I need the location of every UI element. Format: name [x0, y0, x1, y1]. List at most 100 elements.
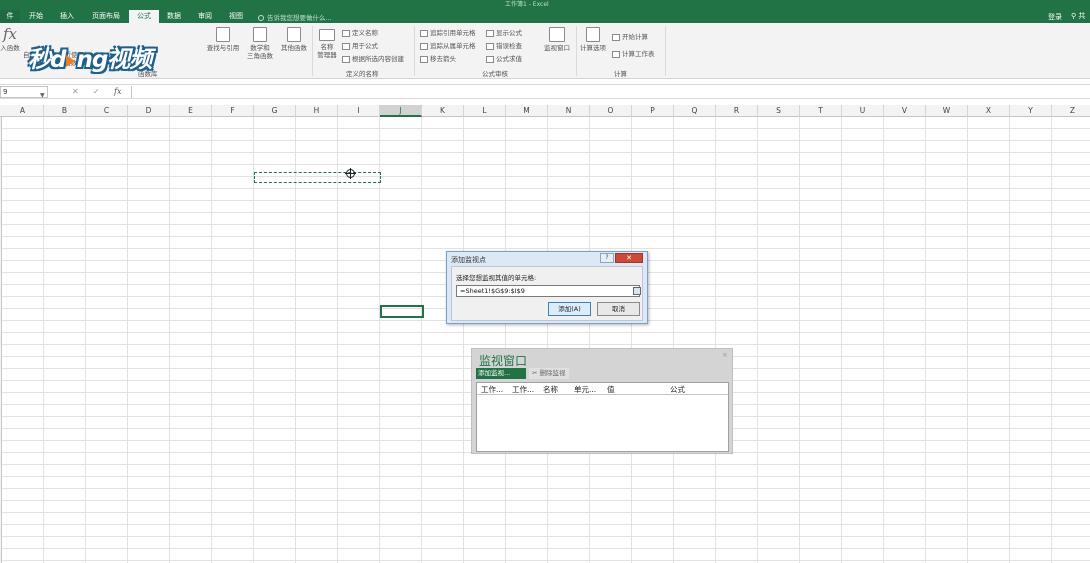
error-checking-button[interactable]: 错误检查: [486, 40, 522, 50]
tag-icon: [342, 29, 350, 37]
share-button[interactable]: ⚲ 共: [1071, 11, 1085, 21]
group-separator: [312, 26, 313, 76]
sign-in-link[interactable]: 登录: [1048, 12, 1062, 22]
add-watch-label: 添加监视...: [478, 369, 511, 377]
column-header-m[interactable]: M: [506, 105, 548, 117]
column-header-l[interactable]: L: [464, 105, 506, 117]
tab-file[interactable]: 件: [0, 10, 20, 23]
use-in-formula-label: 用于公式: [352, 42, 378, 50]
column-header-e[interactable]: E: [170, 105, 212, 117]
calculate-now-label: 开始计算: [622, 33, 648, 41]
lookup-reference-label: 查找与引用: [206, 44, 240, 52]
more-functions-label: 其他函数: [281, 44, 307, 52]
collapse-dialog-icon[interactable]: [633, 287, 641, 295]
cancel-entry-icon[interactable]: ✕: [72, 87, 79, 96]
tab-review[interactable]: 审阅: [194, 10, 216, 23]
dialog-body: 选择您想监视其值的单元格: =Sheet1!$G$9:$I$9 添加(A) 取消: [451, 266, 643, 321]
column-header-b[interactable]: B: [44, 105, 86, 117]
group-label-calculation: 计算: [614, 70, 627, 78]
worksheet-grid[interactable]: [0, 117, 1090, 563]
tab-view[interactable]: 视图: [225, 10, 247, 23]
use-in-formula-button[interactable]: 用于公式: [342, 40, 378, 50]
formula-input[interactable]: [131, 86, 1090, 98]
dialog-prompt: 选择您想监视其值的单元格:: [456, 274, 537, 282]
formula-bar: 9 ▼ ✕ ✓ fx: [0, 84, 1090, 99]
watch-window-button[interactable]: 监视窗口: [540, 27, 574, 52]
column-header-z[interactable]: Z: [1052, 105, 1090, 117]
column-header-j[interactable]: J: [380, 105, 422, 117]
column-header-c[interactable]: C: [86, 105, 128, 117]
column-header-v[interactable]: V: [884, 105, 926, 117]
name-box-value: 9: [3, 88, 8, 96]
chevron-down-icon[interactable]: ▼: [40, 91, 45, 101]
define-name-button[interactable]: 定义名称: [342, 27, 378, 37]
evaluate-formula-button[interactable]: 公式求值: [486, 53, 522, 63]
more-functions-button[interactable]: 其他函数: [278, 27, 310, 52]
trace-precedents-button[interactable]: 追踪引用单元格: [420, 27, 476, 37]
math-trig-button[interactable]: 数学和 三角函数: [244, 27, 276, 60]
error-checking-label: 错误检查: [496, 42, 522, 50]
group-label-defined-names: 定义的名称: [346, 70, 379, 78]
tell-me-search[interactable]: 告诉我您想要做什么...: [258, 12, 332, 22]
column-header-r[interactable]: R: [716, 105, 758, 117]
dialog-title: 添加监视点: [451, 256, 486, 264]
column-headers: ABCDEFGHIJKLMNOPQRSTUVWXYZ: [0, 105, 1090, 117]
column-header-w[interactable]: W: [926, 105, 968, 117]
insert-function-icon[interactable]: fx: [114, 87, 121, 96]
trace-dependents-label: 追踪从属单元格: [430, 42, 476, 50]
column-header-k[interactable]: K: [422, 105, 464, 117]
tab-home[interactable]: 开始: [26, 10, 46, 23]
insert-function-button[interactable]: fx 入函数: [0, 26, 20, 52]
column-header-o[interactable]: O: [590, 105, 632, 117]
column-header-g[interactable]: G: [254, 105, 296, 117]
tab-insert[interactable]: 插入: [56, 10, 78, 23]
cell-reference-input[interactable]: =Sheet1!$G$9:$I$9: [456, 285, 641, 297]
calculate-now-button[interactable]: 开始计算: [612, 31, 648, 41]
column-header-q[interactable]: Q: [674, 105, 716, 117]
add-watch-button[interactable]: 添加监视...: [476, 368, 526, 379]
lookup-reference-button[interactable]: 查找与引用: [204, 27, 242, 52]
ribbon-tab-bar: 件 开始 插入 页面布局 公式 数据 审阅 视图 告诉我您想要做什么... 登录…: [0, 8, 1090, 23]
column-header-y[interactable]: Y: [1010, 105, 1052, 117]
column-header-t[interactable]: T: [800, 105, 842, 117]
active-cell[interactable]: [380, 305, 424, 318]
name-manager-label-2: 管理器: [317, 51, 337, 59]
watch-list-table[interactable]: 工作... 工作... 名称 单元... 值 公式: [476, 382, 729, 452]
tab-data[interactable]: 数据: [163, 10, 185, 23]
show-formulas-button[interactable]: 显示公式: [486, 27, 522, 37]
column-header-p[interactable]: P: [632, 105, 674, 117]
create-from-selection-label: 根据所选内容创建: [352, 55, 404, 63]
help-button[interactable]: ?: [600, 253, 614, 263]
share-label: 共: [1078, 12, 1086, 20]
group-label-formula-auditing: 公式审核: [482, 70, 508, 78]
column-header-a[interactable]: A: [2, 105, 44, 117]
column-header-d[interactable]: D: [128, 105, 170, 117]
close-icon[interactable]: ×: [722, 351, 728, 359]
name-manager-button[interactable]: 名称 管理器: [314, 29, 340, 59]
tab-formulas[interactable]: 公式: [129, 10, 159, 23]
remove-arrows-button[interactable]: 移去箭头: [420, 53, 456, 63]
name-box[interactable]: 9 ▼: [0, 86, 48, 101]
column-header-n[interactable]: N: [548, 105, 590, 117]
calculate-sheet-button[interactable]: 计算工作表: [612, 48, 655, 58]
column-header-x[interactable]: X: [968, 105, 1010, 117]
calculation-options-button[interactable]: 计算选项: [577, 27, 609, 52]
watch-window-icon: [549, 27, 565, 42]
delete-watch-button[interactable]: ✂ 删除监视: [529, 368, 569, 379]
column-header-f[interactable]: F: [212, 105, 254, 117]
trace-precedents-icon: [420, 29, 428, 37]
tab-page-layout[interactable]: 页面布局: [88, 10, 124, 23]
column-header-h[interactable]: H: [296, 105, 338, 117]
create-from-selection-button[interactable]: 根据所选内容创建: [342, 53, 404, 63]
show-formulas-label: 显示公式: [496, 29, 522, 37]
column-header-s[interactable]: S: [758, 105, 800, 117]
add-watch-confirm-button[interactable]: 添加(A): [548, 302, 591, 316]
close-button[interactable]: ✕: [615, 253, 643, 263]
column-header-u[interactable]: U: [842, 105, 884, 117]
trace-dependents-button[interactable]: 追踪从属单元格: [420, 40, 476, 50]
cancel-button[interactable]: 取消: [597, 302, 640, 316]
column-header-i[interactable]: I: [338, 105, 380, 117]
lightbulb-icon: [258, 15, 264, 21]
confirm-entry-icon[interactable]: ✓: [93, 87, 100, 96]
video-watermark-logo: 秒d ng视频: [28, 40, 152, 74]
